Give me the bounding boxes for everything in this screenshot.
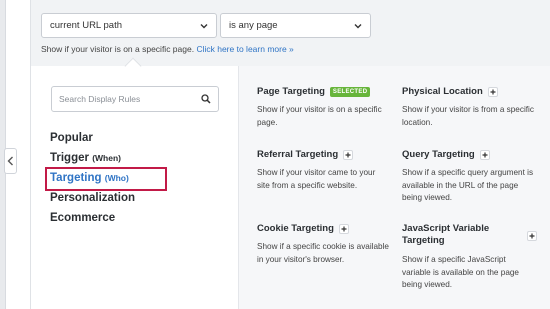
rule-title: Query Targeting bbox=[402, 149, 475, 160]
rule-title: Physical Location bbox=[402, 86, 483, 97]
rule-javascript-variable-targeting[interactable]: JavaScript Variable Targeting Show if a … bbox=[402, 223, 537, 292]
category-label: Popular bbox=[50, 132, 93, 144]
category-label: Targeting bbox=[50, 172, 102, 184]
plus-icon[interactable] bbox=[479, 149, 490, 160]
rule-description: Show if your visitor is on a specific pa… bbox=[257, 105, 382, 127]
plus-icon[interactable] bbox=[527, 231, 537, 241]
rule-cookie-targeting[interactable]: Cookie Targeting Show if a specific cook… bbox=[257, 223, 389, 266]
plus-icon[interactable] bbox=[487, 86, 498, 97]
chevron-left-icon bbox=[7, 156, 13, 166]
rule-title: Cookie Targeting bbox=[257, 223, 334, 234]
rule-hint-text: Show if your visitor is on a specific pa… bbox=[41, 44, 195, 54]
page-condition-value: is any page bbox=[229, 20, 278, 31]
rule-title: Page Targeting bbox=[257, 86, 325, 97]
rules-sidebar: Popular Trigger (When) Targeting (Who) P… bbox=[31, 66, 238, 309]
rule-description: Show if your visitor is from a specific … bbox=[402, 105, 534, 127]
search-box[interactable] bbox=[51, 86, 219, 112]
category-label: Ecommerce bbox=[50, 212, 116, 224]
learn-more-link[interactable]: Click here to learn more » bbox=[196, 44, 293, 54]
rule-physical-location[interactable]: Physical Location Show if your visitor i… bbox=[402, 86, 534, 129]
plus-icon[interactable] bbox=[338, 223, 349, 234]
rule-config-bar: current URL path is any page Show if you… bbox=[30, 0, 550, 66]
search-icon[interactable] bbox=[201, 94, 211, 104]
category-sublabel: (When) bbox=[92, 153, 121, 163]
search-input[interactable] bbox=[59, 94, 201, 104]
chevron-down-icon bbox=[354, 23, 362, 28]
rules-grid: Page Targeting SELECTED Show if your vis… bbox=[238, 66, 550, 309]
plus-icon[interactable] bbox=[343, 149, 354, 160]
url-condition-select[interactable]: current URL path bbox=[41, 13, 217, 38]
rule-description: Show if your visitor came to your site f… bbox=[257, 168, 376, 190]
category-ecommerce[interactable]: Ecommerce bbox=[50, 212, 115, 224]
rule-hint: Show if your visitor is on a specific pa… bbox=[41, 44, 294, 54]
rule-title: JavaScript Variable Targeting bbox=[402, 223, 490, 246]
chevron-down-icon bbox=[200, 23, 208, 28]
selected-badge: SELECTED bbox=[329, 86, 371, 97]
rule-description: Show if a specific cookie is available i… bbox=[257, 242, 389, 264]
category-trigger[interactable]: Trigger (When) bbox=[50, 152, 121, 164]
rule-query-targeting[interactable]: Query Targeting Show if a specific query… bbox=[402, 149, 534, 205]
category-label: Trigger bbox=[50, 152, 89, 164]
rule-description: Show if a specific query argument is ava… bbox=[402, 168, 534, 202]
rule-referral-targeting[interactable]: Referral Targeting Show if your visitor … bbox=[257, 149, 389, 192]
category-sublabel: (Who) bbox=[104, 173, 129, 183]
url-condition-value: current URL path bbox=[50, 20, 122, 31]
display-rules-panel: Popular Trigger (When) Targeting (Who) P… bbox=[30, 66, 550, 309]
category-targeting[interactable]: Targeting (Who) bbox=[50, 172, 129, 184]
collapse-panel-button[interactable] bbox=[4, 148, 17, 174]
rule-title: Referral Targeting bbox=[257, 149, 339, 160]
rule-page-targeting[interactable]: Page Targeting SELECTED Show if your vis… bbox=[257, 86, 389, 129]
category-label: Personalization bbox=[50, 192, 135, 204]
rule-description: Show if a specific JavaScript variable i… bbox=[402, 255, 519, 289]
category-personalization[interactable]: Personalization bbox=[50, 192, 135, 204]
category-popular[interactable]: Popular bbox=[50, 132, 93, 144]
page-condition-select[interactable]: is any page bbox=[220, 13, 371, 38]
